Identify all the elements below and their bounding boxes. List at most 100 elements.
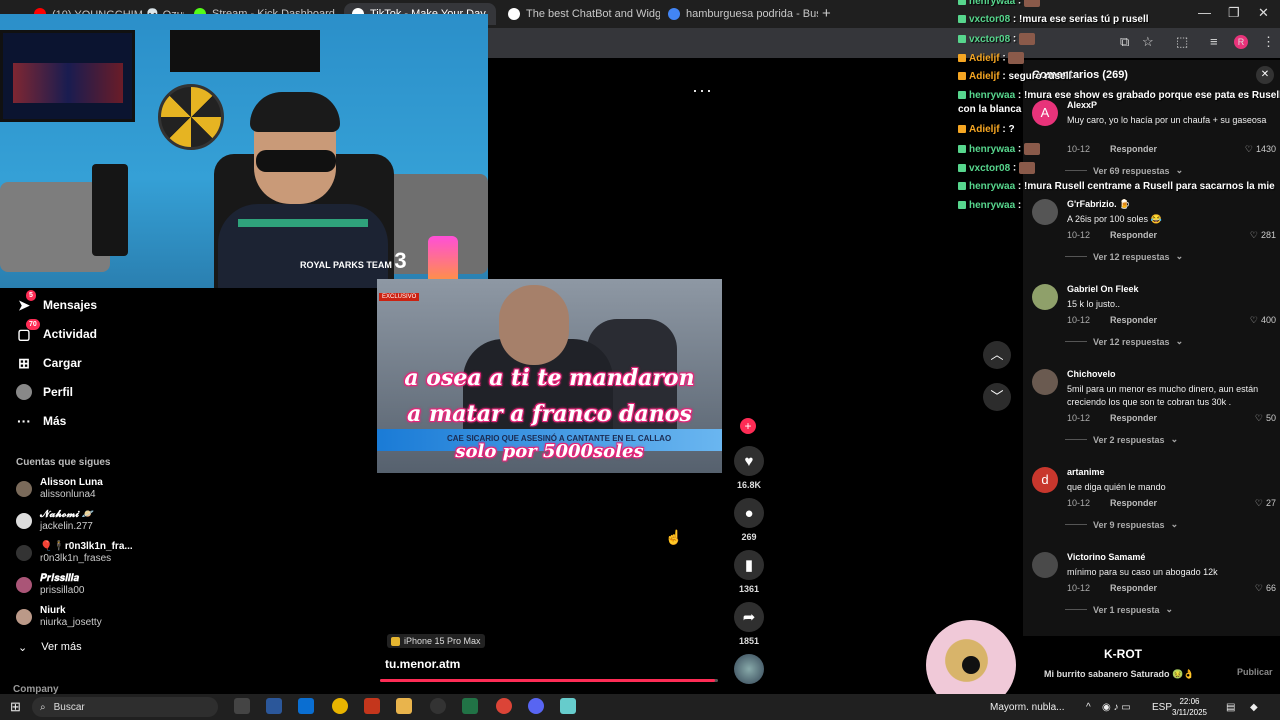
chat-badge-icon [958, 201, 966, 210]
avatar [16, 577, 32, 593]
windows-start-icon[interactable]: ⊞ [10, 697, 21, 717]
view-replies-button[interactable]: Ver 2 respuestas ⌄ [1067, 434, 1178, 445]
minimize-button[interactable]: — [1198, 5, 1211, 20]
reply-button[interactable]: Responder [1110, 230, 1157, 240]
avatar[interactable] [1032, 552, 1058, 578]
video-progress-fill [380, 679, 715, 682]
video-author[interactable]: tu.menor.atm [385, 657, 460, 671]
weather-widget[interactable]: Mayorm. nubla... [990, 697, 1064, 717]
follow-plus-button[interactable]: + [740, 418, 756, 434]
reading-list-icon[interactable]: ≡ [1210, 34, 1218, 49]
maximize-button[interactable]: ❐ [1228, 5, 1240, 21]
chrome-icon[interactable] [332, 698, 348, 714]
more-options-icon[interactable]: ··· [692, 80, 713, 101]
discord-icon[interactable] [528, 698, 544, 714]
chat-badge-icon [958, 0, 966, 5]
view-replies-button[interactable]: Ver 12 respuestas ⌄ [1067, 336, 1183, 347]
bookmark-star-icon[interactable]: ☆ [1142, 34, 1154, 50]
view-replies-button[interactable]: Ver 69 respuestas ⌄ [1067, 165, 1183, 176]
music-disc-icon[interactable] [734, 654, 764, 684]
view-replies-button[interactable]: Ver 9 respuestas ⌄ [1067, 519, 1178, 530]
language-indicator[interactable]: ESP [1152, 697, 1172, 717]
tray-icons[interactable]: ◉ ♪ ▭ [1102, 697, 1131, 717]
following-name: Niurk [40, 605, 66, 616]
profile-avatar[interactable]: R [1234, 35, 1248, 49]
avatar[interactable] [1032, 369, 1058, 395]
following-item[interactable]: Alisson Luna alissonluna4 [16, 477, 103, 501]
comment-author[interactable]: Gabriel On Fleek [1067, 284, 1139, 294]
video-progress-bar[interactable] [380, 679, 718, 682]
next-video-button[interactable]: ﹀ [983, 383, 1011, 411]
close-comments-button[interactable]: ✕ [1256, 66, 1274, 84]
powerpoint-icon[interactable] [364, 698, 380, 714]
reply-button[interactable]: Responder [1110, 413, 1157, 423]
cast-icon[interactable]: ⧉ [1120, 34, 1129, 50]
comment-button[interactable]: ● 269 [734, 498, 764, 542]
nav-item-profile[interactable]: Perfil [16, 384, 73, 400]
view-replies-label: Ver 12 respuestas [1093, 251, 1170, 262]
excel-icon[interactable] [462, 698, 478, 714]
new-tab-button[interactable]: + [822, 5, 831, 22]
comment-like-button[interactable]: ♡ 66 [1255, 583, 1276, 594]
comment-author[interactable]: G'rFabrizio. 🍺 [1067, 199, 1130, 210]
app-icon[interactable] [560, 698, 576, 714]
comment-like-button[interactable]: ♡ 281 [1250, 230, 1276, 241]
publish-button[interactable]: Publicar [1237, 667, 1273, 677]
reply-button[interactable]: Responder [1110, 315, 1157, 325]
following-name: 🎈🕴r0n3lk1n_fra... [40, 541, 133, 552]
window-close-button[interactable]: ✕ [1258, 5, 1269, 21]
comment-author[interactable]: artanime [1067, 467, 1105, 477]
avatar[interactable]: A [1032, 100, 1058, 126]
following-item[interactable]: 𝓝𝓪𝓱𝓸𝓶𝓲 🪐 jackelin.277 [16, 509, 94, 533]
comment-like-count: 1430 [1255, 144, 1276, 154]
following-item[interactable]: 🎈🕴r0n3lk1n_fra... r0n3lk1n_frases [16, 541, 133, 565]
word-icon[interactable] [266, 698, 282, 714]
comment-text: que diga quién le mando [1067, 482, 1166, 492]
following-item[interactable]: 𝑷𝒓𝒊𝒔𝒔𝒊𝒍𝒍𝒂 prissilla00 [16, 573, 84, 597]
see-more-link[interactable]: ⌄ Ver más [18, 641, 82, 654]
extensions-icon[interactable]: ⬚ [1176, 34, 1188, 50]
comment-like-button[interactable]: ♡ 400 [1250, 315, 1276, 326]
comment-author[interactable]: Victorino Samamé [1067, 552, 1145, 562]
clock-time: 22:06 [1179, 697, 1200, 706]
obs-icon[interactable] [430, 698, 446, 714]
avatar[interactable] [1032, 199, 1058, 225]
nav-item-activity[interactable]: ▢ 70 Actividad [16, 319, 97, 342]
nav-item-more[interactable]: ··· Más [16, 413, 66, 429]
taskbar-clock[interactable]: 22:06 3/11/2025 [1172, 696, 1207, 718]
comment-author[interactable]: Chichovelo [1067, 369, 1116, 379]
task-view-icon[interactable] [234, 698, 250, 714]
save-button[interactable]: ▮ 1361 [734, 550, 764, 594]
reply-button[interactable]: Responder [1110, 498, 1157, 508]
following-item[interactable]: Niurk niurka_josetty [16, 605, 102, 629]
comment-like-button[interactable]: ♡ 1430 [1245, 144, 1276, 155]
like-button[interactable]: ♥ 16.8K [734, 446, 764, 490]
tray-chevron-icon[interactable]: ^ [1086, 697, 1091, 717]
comment-like-button[interactable]: ♡ 50 [1255, 413, 1276, 424]
copilot-icon[interactable]: ◆ [1250, 697, 1258, 717]
view-replies-button[interactable]: Ver 1 respuesta ⌄ [1067, 604, 1173, 615]
chrome-active-icon[interactable] [496, 698, 512, 714]
tab-google[interactable]: hamburguesa podrida - Buscar ✕ [660, 3, 818, 25]
nav-item-messages[interactable]: ➤ 5 Mensajes [16, 290, 97, 313]
chat-message: Adieljf : ? [958, 124, 1015, 136]
avatar[interactable]: d [1032, 467, 1058, 493]
reply-button[interactable]: Responder [1110, 144, 1157, 154]
chevron-down-icon: ⌄ [1170, 434, 1179, 444]
notifications-icon[interactable]: ▤ [1226, 697, 1235, 717]
previous-video-button[interactable]: ︿ [983, 341, 1011, 369]
file-explorer-icon[interactable] [396, 698, 412, 714]
browser-menu-icon[interactable]: ⋮ [1262, 34, 1275, 50]
reply-button[interactable]: Responder [1110, 583, 1157, 593]
taskbar-search[interactable]: ⌕ Buscar [32, 697, 218, 717]
video-player[interactable]: EXCLUSIVO CAE SICARIO QUE ASESINÓ A CANT… [377, 279, 722, 473]
tab-chatbot[interactable]: The best ChatBot and Widgets ✕ [500, 3, 660, 25]
store-icon[interactable] [298, 698, 314, 714]
comment-like-button[interactable]: ♡ 27 [1255, 498, 1276, 509]
nav-item-upload[interactable]: ⊞ Cargar [16, 355, 82, 371]
avatar[interactable] [1032, 284, 1058, 310]
chat-text: seguro rusell [1008, 71, 1072, 82]
view-replies-button[interactable]: Ver 12 respuestas ⌄ [1067, 251, 1183, 262]
share-button[interactable]: ➦ 1851 [734, 602, 764, 646]
chat-message: vxctor08 : [958, 162, 1036, 175]
